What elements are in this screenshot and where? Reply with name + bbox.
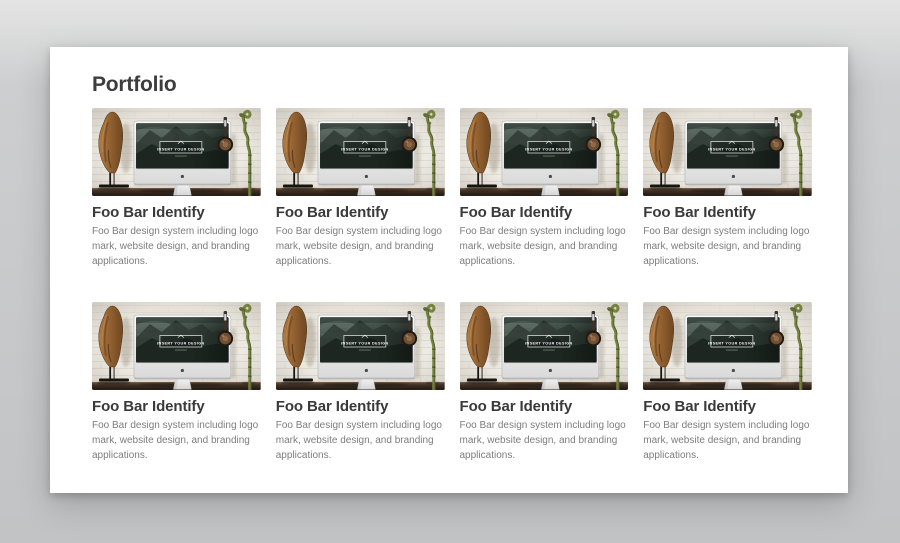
portfolio-item-title: Foo Bar Identify — [276, 204, 445, 221]
portfolio-thumbnail[interactable] — [276, 108, 445, 196]
imac-desk-photo-icon — [643, 108, 812, 196]
imac-desk-photo-icon — [643, 302, 812, 390]
page-title: Portfolio — [92, 73, 812, 97]
portfolio-item[interactable]: Foo Bar Identify Foo Bar design system i… — [276, 302, 445, 463]
portfolio-item-title: Foo Bar Identify — [460, 204, 629, 221]
portfolio-item[interactable]: Foo Bar Identify Foo Bar design system i… — [92, 302, 261, 463]
portfolio-item-title: Foo Bar Identify — [643, 398, 812, 415]
portfolio-item-description: Foo Bar design system including logo mar… — [643, 224, 812, 269]
portfolio-thumbnail[interactable] — [92, 108, 261, 196]
imac-desk-photo-icon — [92, 302, 261, 390]
portfolio-item[interactable]: Foo Bar Identify Foo Bar design system i… — [460, 108, 629, 269]
portfolio-item-description: Foo Bar design system including logo mar… — [276, 224, 445, 269]
portfolio-item[interactable]: Foo Bar Identify Foo Bar design system i… — [643, 302, 812, 463]
portfolio-thumbnail[interactable] — [460, 108, 629, 196]
portfolio-item-title: Foo Bar Identify — [276, 398, 445, 415]
portfolio-thumbnail[interactable] — [92, 302, 261, 390]
portfolio-item-title: Foo Bar Identify — [92, 398, 261, 415]
portfolio-thumbnail[interactable] — [643, 108, 812, 196]
portfolio-panel: Portfolio Foo Bar Identify Foo Bar desig… — [50, 47, 848, 493]
portfolio-item-description: Foo Bar design system including logo mar… — [460, 224, 629, 269]
portfolio-item-description: Foo Bar design system including logo mar… — [276, 418, 445, 463]
portfolio-item-description: Foo Bar design system including logo mar… — [460, 418, 629, 463]
portfolio-item[interactable]: Foo Bar Identify Foo Bar design system i… — [92, 108, 261, 269]
portfolio-item-title: Foo Bar Identify — [460, 398, 629, 415]
portfolio-item-title: Foo Bar Identify — [643, 204, 812, 221]
portfolio-item[interactable]: Foo Bar Identify Foo Bar design system i… — [460, 302, 629, 463]
portfolio-item-description: Foo Bar design system including logo mar… — [92, 418, 261, 463]
imac-desk-photo-icon — [460, 302, 629, 390]
portfolio-thumbnail[interactable] — [643, 302, 812, 390]
portfolio-item-description: Foo Bar design system including logo mar… — [643, 418, 812, 463]
portfolio-thumbnail[interactable] — [460, 302, 629, 390]
portfolio-thumbnail[interactable] — [276, 302, 445, 390]
portfolio-item[interactable]: Foo Bar Identify Foo Bar design system i… — [276, 108, 445, 269]
imac-desk-photo-icon — [276, 302, 445, 390]
imac-desk-photo-icon — [92, 108, 261, 196]
portfolio-grid: Foo Bar Identify Foo Bar design system i… — [92, 108, 812, 496]
portfolio-item-description: Foo Bar design system including logo mar… — [92, 224, 261, 269]
imac-desk-photo-icon — [276, 108, 445, 196]
imac-desk-photo-icon — [460, 108, 629, 196]
portfolio-item[interactable]: Foo Bar Identify Foo Bar design system i… — [643, 108, 812, 269]
page-background: { "page": { "heading": "Portfolio", "col… — [0, 0, 900, 543]
portfolio-item-title: Foo Bar Identify — [92, 204, 261, 221]
